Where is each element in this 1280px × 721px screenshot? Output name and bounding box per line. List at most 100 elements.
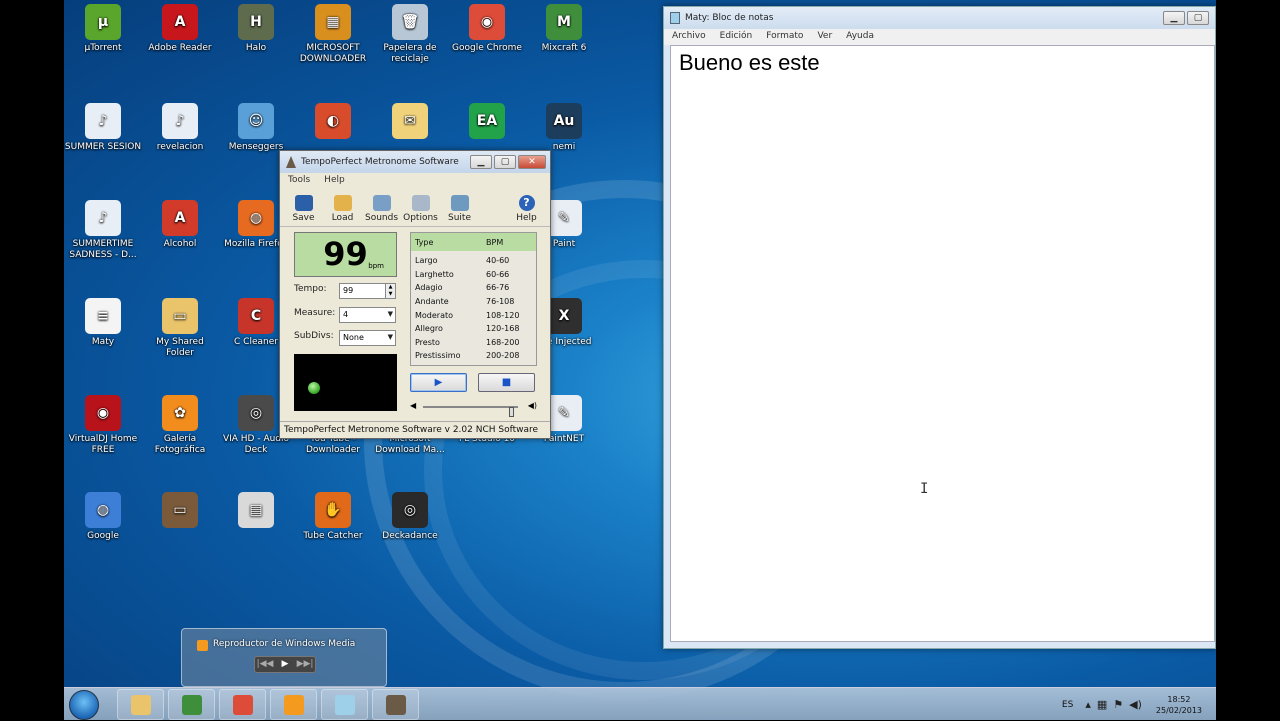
- bpm-value: 99: [323, 235, 368, 273]
- app-icon: ✉: [392, 103, 428, 139]
- desktop-icon-google-chrome[interactable]: ◉ Google Chrome: [448, 4, 526, 54]
- volume-slider[interactable]: [423, 406, 518, 417]
- desktop-icon-revelacion[interactable]: ♪ revelacion: [141, 103, 219, 153]
- menu-help[interactable]: Help: [324, 175, 345, 187]
- measure-select[interactable]: 4: [339, 307, 396, 323]
- desktop-icon-item-37[interactable]: ▤: [217, 492, 295, 531]
- sounds-button[interactable]: Sounds: [362, 195, 401, 226]
- maximize-button[interactable]: ▢: [494, 155, 516, 169]
- app-icon: 🗑: [392, 4, 428, 40]
- desktop-icon-alcohol[interactable]: A Alcohol: [141, 200, 219, 250]
- load-button[interactable]: Load: [323, 195, 362, 226]
- sounds-label: Sounds: [364, 213, 399, 223]
- menu-tools[interactable]: Tools: [288, 175, 310, 187]
- volume-slider-thumb[interactable]: [509, 407, 514, 417]
- notepad-text-area[interactable]: Bueno es este: [670, 45, 1215, 642]
- desktop-icon-galer-a-fotogr-fica[interactable]: ✿ Galería Fotográfica: [141, 395, 219, 456]
- desktop-icon-summer-sesion[interactable]: ♪ SUMMER SESION: [64, 103, 142, 153]
- menu-ayuda[interactable]: Ayuda: [846, 31, 874, 43]
- taskbar-button-explorer[interactable]: [117, 689, 164, 720]
- play-button[interactable]: ▶: [410, 373, 467, 392]
- desktop-icon--torrent[interactable]: µ µTorrent: [64, 4, 142, 54]
- tempo-bpm-range: 168-200: [486, 337, 520, 347]
- options-label: Options: [403, 213, 438, 223]
- save-button[interactable]: Save: [284, 195, 323, 226]
- table-row: Larghetto 60-66: [411, 268, 536, 282]
- desktop-icon-adobe-reader[interactable]: A Adobe Reader: [141, 4, 219, 54]
- previous-track-button[interactable]: |◀◀: [255, 657, 275, 672]
- notepad-titlebar[interactable]: Maty: Bloc de notas ▁ ▢: [664, 7, 1215, 29]
- app-icon: ◍: [238, 200, 274, 236]
- tempo-spinner[interactable]: ▲ ▼: [385, 283, 396, 299]
- subdivs-select[interactable]: None: [339, 330, 396, 346]
- desktop-icon-nemi[interactable]: Au nemi: [525, 103, 603, 153]
- desktop-icon-item-36[interactable]: ▭: [141, 492, 219, 531]
- desktop-icon-label: Deckadance: [382, 531, 438, 541]
- desktop-icon-virtualdj-home-free[interactable]: ◉ VirtualDJ Home FREE: [64, 395, 142, 456]
- action-center-flag-icon[interactable]: ⚑: [1113, 698, 1123, 711]
- notepad-window[interactable]: Maty: Bloc de notas ▁ ▢ Archivo Edición …: [663, 6, 1216, 649]
- tempo-type: Allegro: [415, 324, 443, 334]
- app-icon: ◎: [238, 395, 274, 431]
- desktop-icon-maty[interactable]: ≡ Maty: [64, 298, 142, 348]
- desktop-icon-microsoft-downloader[interactable]: ▦ MICROSOFT DOWNLOADER: [294, 4, 372, 65]
- tray-expand-icon[interactable]: ▴: [1085, 698, 1091, 711]
- desktop-icon-deckadance[interactable]: ◎ Deckadance: [371, 492, 449, 542]
- tempo-bpm-range: 200-208: [486, 351, 520, 361]
- metronome-titlebar[interactable]: TempoPerfect Metronome Software ▁ ▢ ✕: [280, 151, 550, 173]
- taskbar-button-mixcraft[interactable]: [168, 689, 215, 720]
- start-button[interactable]: [69, 690, 99, 720]
- tempo-type: Adagio: [415, 283, 443, 293]
- desktop-icon-mixcraft-6[interactable]: M Mixcraft 6: [525, 4, 603, 54]
- media-player-preview[interactable]: Reproductor de Windows Media |◀◀ ▶ ▶▶|: [181, 628, 387, 687]
- desktop-icon-label: VirtualDJ Home FREE: [68, 434, 138, 455]
- suite-button[interactable]: Suite: [440, 195, 479, 226]
- table-row: Adagio 66-76: [411, 281, 536, 295]
- taskbar-button-metronome[interactable]: [372, 689, 419, 720]
- play-pause-button[interactable]: ▶: [275, 657, 295, 672]
- desktop-icon-item-10[interactable]: ◐: [294, 103, 372, 142]
- desktop-icon-menseggers[interactable]: ☺ Menseggers: [217, 103, 295, 153]
- menu-ver[interactable]: Ver: [817, 31, 832, 43]
- media-player-icon: [197, 640, 208, 651]
- maximize-button[interactable]: ▢: [1187, 11, 1209, 25]
- options-button[interactable]: Options: [401, 195, 440, 226]
- table-row: Prestissimo 200-208: [411, 349, 536, 363]
- system-clock[interactable]: 18:52 25/02/2013: [1156, 694, 1202, 716]
- app-icon: ◍: [85, 492, 121, 528]
- desktop-icon-tube-catcher[interactable]: ✋ Tube Catcher: [294, 492, 372, 542]
- network-icon[interactable]: ▦: [1097, 698, 1107, 711]
- desktop-icon-halo[interactable]: H Halo: [217, 4, 295, 54]
- tempo-bpm-range: 120-168: [486, 324, 520, 334]
- taskbar-button-notepad[interactable]: [321, 689, 368, 720]
- tempo-input[interactable]: 99 ▲ ▼: [339, 283, 396, 299]
- metronome-icon: [385, 695, 406, 715]
- menu-formato[interactable]: Formato: [766, 31, 803, 43]
- desktop-icon-google[interactable]: ◍ Google: [64, 492, 142, 542]
- save-label: Save: [292, 213, 315, 223]
- desktop-icon-summertime-sadness-d[interactable]: ♪ SUMMERTIME SADNESS - D...: [64, 200, 142, 261]
- menu-edicion[interactable]: Edición: [720, 31, 753, 43]
- metronome-window[interactable]: TempoPerfect Metronome Software ▁ ▢ ✕ To…: [279, 150, 551, 439]
- desktop-icon-item-11[interactable]: ✉: [371, 103, 449, 142]
- volume-control: ◀ ◀): [410, 401, 537, 417]
- language-indicator[interactable]: ES: [1062, 700, 1073, 710]
- app-icon: ▦: [315, 4, 351, 40]
- taskbar-button-media-player[interactable]: [270, 689, 317, 720]
- desktop-icon-papelera-de-reciclaje[interactable]: 🗑 Papelera de reciclaje: [371, 4, 449, 65]
- desktop-icon-item-12[interactable]: EA: [448, 103, 526, 142]
- minimize-button[interactable]: ▁: [1163, 11, 1185, 25]
- desktop-icon-label: revelacion: [156, 142, 204, 152]
- close-button[interactable]: ✕: [518, 155, 546, 169]
- taskbar-button-chrome[interactable]: [219, 689, 266, 720]
- table-row: Moderato 108-120: [411, 308, 536, 322]
- table-row: Andante 76-108: [411, 295, 536, 309]
- beat-led-icon: [308, 382, 320, 394]
- stop-button[interactable]: ■: [478, 373, 535, 392]
- next-track-button[interactable]: ▶▶|: [295, 657, 315, 672]
- minimize-button[interactable]: ▁: [470, 155, 492, 169]
- desktop-icon-my-shared-folder[interactable]: ▭ My Shared Folder: [141, 298, 219, 359]
- volume-icon[interactable]: ◀): [1129, 698, 1142, 711]
- menu-archivo[interactable]: Archivo: [672, 31, 706, 43]
- help-button[interactable]: ? Help: [507, 195, 546, 226]
